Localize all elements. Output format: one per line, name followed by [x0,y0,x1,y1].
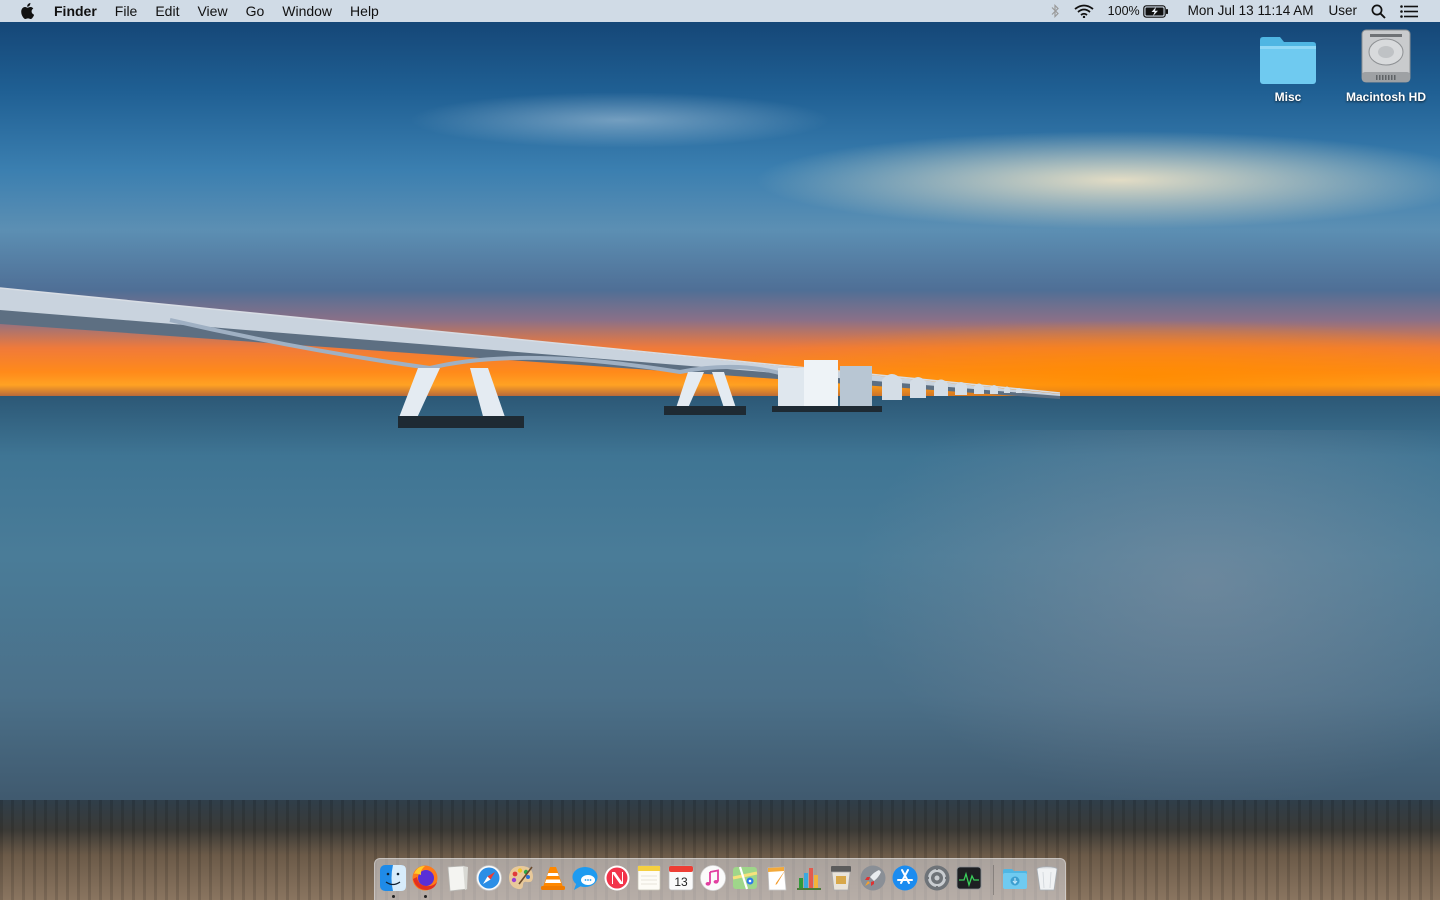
menu-bar-status-area: 100% Mon Jul 13 11:14 AM User [1051,0,1440,22]
palette-icon [509,866,533,890]
apple-menu-icon[interactable] [20,3,34,19]
dock-app-messages[interactable] [570,863,600,893]
news-icon [604,865,630,891]
dock-app-textedit[interactable] [442,863,472,893]
wifi-icon[interactable] [1074,4,1094,18]
dock: 13 [374,858,1066,900]
finder-icon [380,865,406,891]
menu-help[interactable]: Help [341,0,388,22]
firefox-icon [412,865,438,891]
desktop-wallpaper [0,0,1440,900]
dock-app-safari[interactable] [474,863,504,893]
wallpaper-bridge [0,287,1061,428]
textedit-icon [447,865,468,892]
dock-app-notes[interactable] [634,863,664,893]
wallpaper-water-shine [850,430,1440,810]
menu-bar-clock[interactable]: Mon Jul 13 11:14 AM [1188,0,1314,22]
launchpad-icon [860,865,886,891]
menu-go[interactable]: Go [237,0,274,22]
menu-window[interactable]: Window [273,0,341,22]
hard-drive-icon [1361,29,1411,83]
running-indicator [392,895,395,898]
dock-app-pages[interactable] [762,863,792,893]
notes-icon [637,865,661,891]
numbers-icon [797,868,821,890]
menu-file[interactable]: File [106,0,147,22]
dock-app-calendar[interactable]: 13 [666,863,696,893]
search-icon[interactable] [1371,4,1386,19]
maps-icon [732,866,758,890]
desktop-icon-misc[interactable]: Misc [1240,34,1336,104]
dock-stack-downloads[interactable] [1000,863,1030,893]
desktop-icon-label: Misc [1274,90,1302,104]
downloads-folder-icon [1003,869,1027,889]
battery-charging-icon[interactable] [1142,4,1169,18]
activity-monitor-icon [956,866,982,890]
keynote-icon [831,866,851,891]
dock-app-app-store[interactable] [890,863,920,893]
music-icon [700,865,726,891]
menu-bar: Finder File Edit View Go Window Help 100… [0,0,1440,22]
battery-percent[interactable]: 100% [1108,0,1140,22]
dock-app-maps[interactable] [730,863,760,893]
desktop-icon-macintosh-hd[interactable]: Macintosh HD [1338,28,1434,104]
menu-edit[interactable]: Edit [146,0,188,22]
system-preferences-icon [924,865,950,891]
messages-icon [572,867,598,890]
trash-icon [1036,866,1058,891]
pages-icon [767,866,787,891]
calendar-icon: 13 [668,865,694,891]
dock-app-activity-monitor[interactable] [954,863,984,893]
dock-app-launchpad[interactable] [858,863,888,893]
bluetooth-icon[interactable] [1051,4,1060,18]
dock-stack-trash[interactable] [1032,863,1062,893]
dock-app-system-preferences[interactable] [922,863,952,893]
safari-icon [476,865,502,891]
folder-icon [1260,37,1316,84]
dock-app-firefox[interactable] [410,863,440,893]
notification-center-icon[interactable] [1400,4,1418,18]
fast-user-switch[interactable]: User [1328,0,1357,22]
dock-app-news[interactable] [602,863,632,893]
dock-app-numbers[interactable] [794,863,824,893]
dock-app-music[interactable] [698,863,728,893]
calendar-date-text: 13 [674,875,688,889]
dock-separator [993,865,994,895]
vlc-icon [541,867,565,890]
dock-app-keynote[interactable] [826,863,856,893]
menu-app-name[interactable]: Finder [54,0,106,22]
app-store-icon [892,865,918,891]
running-indicator [424,895,427,898]
desktop-icon-label: Macintosh HD [1345,90,1426,104]
dock-app-paintbrush[interactable] [506,863,536,893]
dock-app-finder[interactable] [378,863,408,893]
dock-app-vlc[interactable] [538,863,568,893]
menu-view[interactable]: View [188,0,236,22]
